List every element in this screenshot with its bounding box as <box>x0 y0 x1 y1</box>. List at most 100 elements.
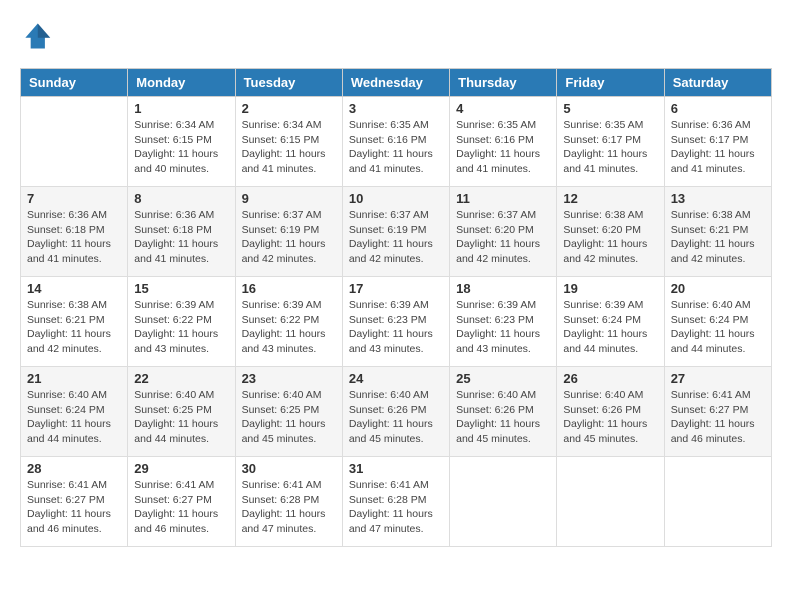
day-info: Sunrise: 6:36 AM Sunset: 6:18 PM Dayligh… <box>134 208 228 267</box>
day-cell: 4 Sunrise: 6:35 AM Sunset: 6:16 PM Daylig… <box>450 97 557 187</box>
day-number: 15 <box>134 281 228 296</box>
day-cell: 12 Sunrise: 6:38 AM Sunset: 6:20 PM Dayli… <box>557 187 664 277</box>
day-cell: 31Sunrise: 6:41 AM Sunset: 6:28 PM Dayli… <box>342 457 449 547</box>
day-info: Sunrise: 6:36 AM Sunset: 6:17 PM Dayligh… <box>671 118 765 177</box>
header-cell-monday: Monday <box>128 69 235 97</box>
day-number: 20 <box>671 281 765 296</box>
day-info: Sunrise: 6:39 AM Sunset: 6:22 PM Dayligh… <box>134 298 228 357</box>
day-cell: 3 Sunrise: 6:35 AM Sunset: 6:16 PM Daylig… <box>342 97 449 187</box>
day-info: Sunrise: 6:41 AM Sunset: 6:28 PM Dayligh… <box>349 478 443 537</box>
day-info: Sunrise: 6:41 AM Sunset: 6:27 PM Dayligh… <box>671 388 765 447</box>
day-info: Sunrise: 6:35 AM Sunset: 6:16 PM Dayligh… <box>456 118 550 177</box>
day-number: 5 <box>563 101 657 116</box>
day-info: Sunrise: 6:40 AM Sunset: 6:25 PM Dayligh… <box>134 388 228 447</box>
header-cell-sunday: Sunday <box>21 69 128 97</box>
day-number: 11 <box>456 191 550 206</box>
day-cell: 25Sunrise: 6:40 AM Sunset: 6:26 PM Dayli… <box>450 367 557 457</box>
day-number: 23 <box>242 371 336 386</box>
day-info: Sunrise: 6:35 AM Sunset: 6:16 PM Dayligh… <box>349 118 443 177</box>
day-number: 26 <box>563 371 657 386</box>
day-cell: 17Sunrise: 6:39 AM Sunset: 6:23 PM Dayli… <box>342 277 449 367</box>
day-number: 7 <box>27 191 121 206</box>
day-cell: 8 Sunrise: 6:36 AM Sunset: 6:18 PM Daylig… <box>128 187 235 277</box>
header-cell-saturday: Saturday <box>664 69 771 97</box>
day-number: 6 <box>671 101 765 116</box>
day-cell: 1 Sunrise: 6:34 AM Sunset: 6:15 PM Daylig… <box>128 97 235 187</box>
day-number: 1 <box>134 101 228 116</box>
calendar-table: SundayMondayTuesdayWednesdayThursdayFrid… <box>20 68 772 547</box>
day-info: Sunrise: 6:40 AM Sunset: 6:24 PM Dayligh… <box>27 388 121 447</box>
day-cell: 21 Sunrise: 6:40 AM Sunset: 6:24 PM Dayli… <box>21 367 128 457</box>
day-cell: 6 Sunrise: 6:36 AM Sunset: 6:17 PM Daylig… <box>664 97 771 187</box>
day-number: 10 <box>349 191 443 206</box>
day-info: Sunrise: 6:36 AM Sunset: 6:18 PM Dayligh… <box>27 208 121 267</box>
logo <box>20 20 56 52</box>
day-info: Sunrise: 6:39 AM Sunset: 6:24 PM Dayligh… <box>563 298 657 357</box>
week-row-5: 28Sunrise: 6:41 AM Sunset: 6:27 PM Dayli… <box>21 457 772 547</box>
day-number: 24 <box>349 371 443 386</box>
day-info: Sunrise: 6:37 AM Sunset: 6:19 PM Dayligh… <box>242 208 336 267</box>
day-number: 13 <box>671 191 765 206</box>
day-cell: 16 Sunrise: 6:39 AM Sunset: 6:22 PM Dayli… <box>235 277 342 367</box>
day-cell: 29 Sunrise: 6:41 AM Sunset: 6:27 PM Dayli… <box>128 457 235 547</box>
day-info: Sunrise: 6:37 AM Sunset: 6:20 PM Dayligh… <box>456 208 550 267</box>
day-cell: 22 Sunrise: 6:40 AM Sunset: 6:25 PM Dayli… <box>128 367 235 457</box>
day-info: Sunrise: 6:40 AM Sunset: 6:25 PM Dayligh… <box>242 388 336 447</box>
day-cell <box>450 457 557 547</box>
day-info: Sunrise: 6:39 AM Sunset: 6:23 PM Dayligh… <box>349 298 443 357</box>
day-number: 29 <box>134 461 228 476</box>
day-number: 12 <box>563 191 657 206</box>
day-cell: 19 Sunrise: 6:39 AM Sunset: 6:24 PM Dayli… <box>557 277 664 367</box>
day-number: 30 <box>242 461 336 476</box>
day-number: 4 <box>456 101 550 116</box>
day-cell: 18Sunrise: 6:39 AM Sunset: 6:23 PM Dayli… <box>450 277 557 367</box>
page-header <box>20 20 772 52</box>
day-cell <box>557 457 664 547</box>
header-row: SundayMondayTuesdayWednesdayThursdayFrid… <box>21 69 772 97</box>
day-cell: 9Sunrise: 6:37 AM Sunset: 6:19 PM Daylig… <box>235 187 342 277</box>
day-cell: 2 Sunrise: 6:34 AM Sunset: 6:15 PM Daylig… <box>235 97 342 187</box>
day-number: 21 <box>27 371 121 386</box>
day-number: 8 <box>134 191 228 206</box>
day-number: 22 <box>134 371 228 386</box>
day-cell: 14 Sunrise: 6:38 AM Sunset: 6:21 PM Dayli… <box>21 277 128 367</box>
day-info: Sunrise: 6:41 AM Sunset: 6:27 PM Dayligh… <box>134 478 228 537</box>
day-cell: 28Sunrise: 6:41 AM Sunset: 6:27 PM Dayli… <box>21 457 128 547</box>
day-info: Sunrise: 6:37 AM Sunset: 6:19 PM Dayligh… <box>349 208 443 267</box>
header-cell-thursday: Thursday <box>450 69 557 97</box>
day-info: Sunrise: 6:34 AM Sunset: 6:15 PM Dayligh… <box>242 118 336 177</box>
week-row-3: 14 Sunrise: 6:38 AM Sunset: 6:21 PM Dayli… <box>21 277 772 367</box>
day-cell: 11 Sunrise: 6:37 AM Sunset: 6:20 PM Dayli… <box>450 187 557 277</box>
day-number: 14 <box>27 281 121 296</box>
day-info: Sunrise: 6:38 AM Sunset: 6:20 PM Dayligh… <box>563 208 657 267</box>
day-cell: 10 Sunrise: 6:37 AM Sunset: 6:19 PM Dayli… <box>342 187 449 277</box>
day-info: Sunrise: 6:34 AM Sunset: 6:15 PM Dayligh… <box>134 118 228 177</box>
day-info: Sunrise: 6:38 AM Sunset: 6:21 PM Dayligh… <box>671 208 765 267</box>
day-number: 27 <box>671 371 765 386</box>
logo-icon <box>20 20 52 52</box>
day-cell: 30 Sunrise: 6:41 AM Sunset: 6:28 PM Dayli… <box>235 457 342 547</box>
day-cell: 24 Sunrise: 6:40 AM Sunset: 6:26 PM Dayli… <box>342 367 449 457</box>
day-cell: 13 Sunrise: 6:38 AM Sunset: 6:21 PM Dayli… <box>664 187 771 277</box>
day-number: 25 <box>456 371 550 386</box>
day-info: Sunrise: 6:39 AM Sunset: 6:22 PM Dayligh… <box>242 298 336 357</box>
day-cell: 5 Sunrise: 6:35 AM Sunset: 6:17 PM Daylig… <box>557 97 664 187</box>
day-cell: 20 Sunrise: 6:40 AM Sunset: 6:24 PM Dayli… <box>664 277 771 367</box>
day-number: 16 <box>242 281 336 296</box>
day-info: Sunrise: 6:41 AM Sunset: 6:28 PM Dayligh… <box>242 478 336 537</box>
week-row-4: 21 Sunrise: 6:40 AM Sunset: 6:24 PM Dayli… <box>21 367 772 457</box>
day-cell: 23 Sunrise: 6:40 AM Sunset: 6:25 PM Dayli… <box>235 367 342 457</box>
day-info: Sunrise: 6:40 AM Sunset: 6:24 PM Dayligh… <box>671 298 765 357</box>
week-row-2: 7 Sunrise: 6:36 AM Sunset: 6:18 PM Daylig… <box>21 187 772 277</box>
day-info: Sunrise: 6:35 AM Sunset: 6:17 PM Dayligh… <box>563 118 657 177</box>
day-info: Sunrise: 6:38 AM Sunset: 6:21 PM Dayligh… <box>27 298 121 357</box>
day-cell <box>21 97 128 187</box>
day-cell <box>664 457 771 547</box>
day-number: 19 <box>563 281 657 296</box>
day-info: Sunrise: 6:40 AM Sunset: 6:26 PM Dayligh… <box>349 388 443 447</box>
day-cell: 15 Sunrise: 6:39 AM Sunset: 6:22 PM Dayli… <box>128 277 235 367</box>
day-info: Sunrise: 6:40 AM Sunset: 6:26 PM Dayligh… <box>563 388 657 447</box>
day-number: 18 <box>456 281 550 296</box>
day-number: 2 <box>242 101 336 116</box>
day-number: 3 <box>349 101 443 116</box>
